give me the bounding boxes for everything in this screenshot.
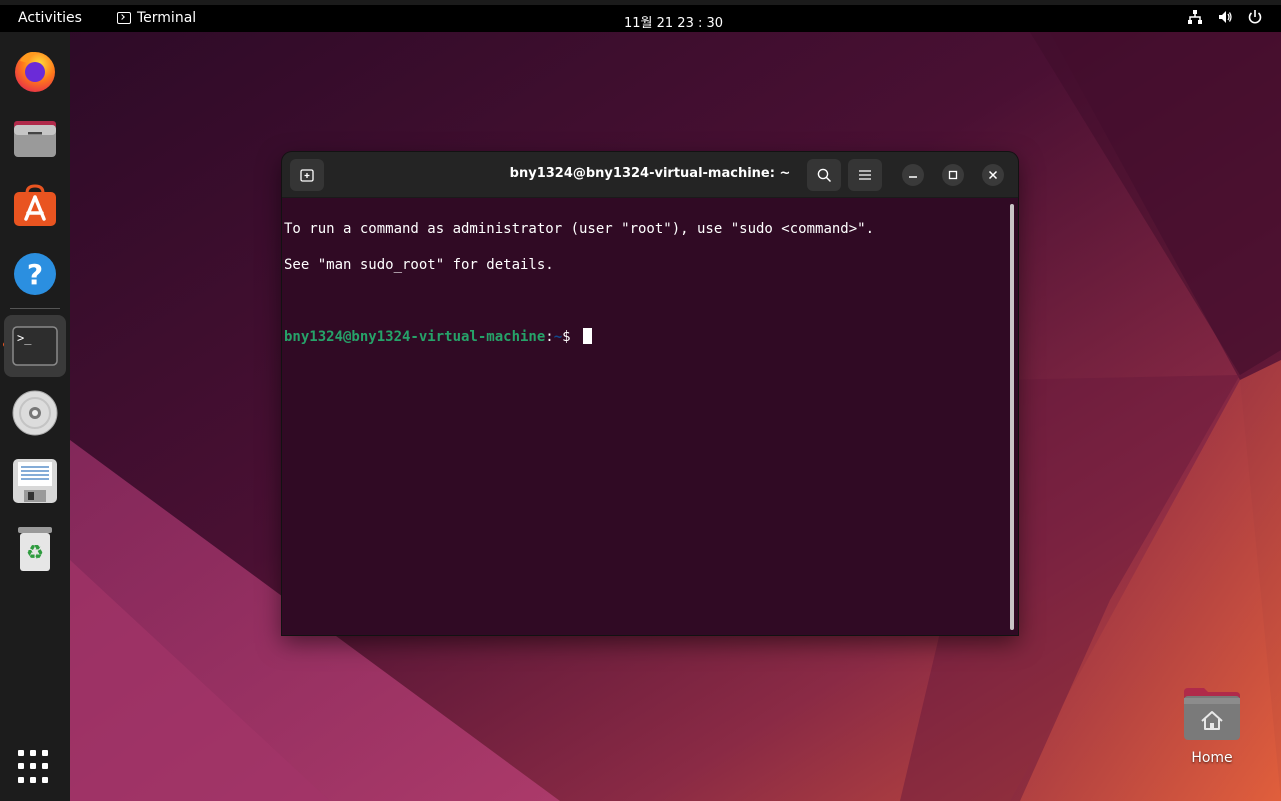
terminal-icon: >_ [12, 326, 58, 366]
close-icon [988, 170, 998, 180]
prompt-line: bny1324@bny1324-virtual-machine:~$ [284, 328, 1004, 346]
firefox-icon [15, 52, 55, 92]
dock-trash[interactable]: ♻ [8, 522, 62, 576]
dock-floppy[interactable] [8, 454, 62, 508]
text-cursor [583, 328, 593, 344]
terminal-output[interactable]: To run a command as administrator (user … [284, 202, 1004, 632]
clock[interactable]: 11월 21 23 : 30 [624, 12, 723, 31]
disc-icon [12, 390, 58, 436]
minimize-button[interactable] [902, 164, 924, 186]
desktop-home-icon[interactable]: Home [1182, 686, 1242, 770]
new-tab-button[interactable] [290, 159, 324, 191]
show-applications-button[interactable] [18, 750, 52, 784]
recycle-glyph: ♻ [26, 540, 44, 564]
trash-icon: ♻ [18, 527, 52, 571]
system-status-area[interactable] [1187, 9, 1263, 25]
volume-icon[interactable] [1217, 9, 1233, 25]
hamburger-icon [859, 170, 871, 180]
dock: ? >_ ♻ [0, 32, 70, 801]
terminal-headerbar[interactable]: bny1324@bny1324-virtual-machine: ~ [282, 152, 1018, 198]
dock-firefox[interactable] [8, 43, 62, 97]
terminal-glyph: >_ [17, 331, 32, 345]
maximize-button[interactable] [942, 164, 964, 186]
close-button[interactable] [982, 164, 1004, 186]
minimize-icon [909, 176, 917, 178]
software-icon [14, 184, 56, 226]
search-icon [817, 168, 831, 182]
dock-ubuntu-software[interactable] [8, 179, 62, 233]
terminal-window[interactable]: bny1324@bny1324-virtual-machine: ~ To ru… [282, 152, 1018, 635]
prompt-user: bny1324@bny1324-virtual-machine [284, 329, 546, 345]
prompt-symbol: $ [562, 329, 580, 345]
dock-terminal[interactable]: >_ [4, 315, 66, 377]
network-icon[interactable] [1187, 9, 1203, 25]
prompt-separator: : [545, 329, 554, 345]
app-menu-label: Terminal [137, 10, 197, 26]
prompt-path: ~ [553, 329, 563, 345]
output-line: To run a command as administrator (user … [284, 221, 875, 237]
help-glyph: ? [27, 258, 43, 291]
terminal-small-icon [117, 12, 131, 24]
maximize-icon [948, 170, 958, 180]
desktop-home-label: Home [1191, 750, 1233, 766]
help-icon: ? [14, 253, 56, 295]
activities-button[interactable]: Activities [18, 10, 82, 26]
power-icon[interactable] [1247, 9, 1263, 25]
dock-disc[interactable] [8, 386, 62, 440]
app-menu[interactable]: Terminal [117, 10, 196, 26]
output-line: See "man sudo_root" for details. [284, 257, 554, 273]
dock-separator [10, 308, 60, 309]
dock-files[interactable] [8, 111, 62, 165]
top-bar: Activities Terminal 11월 21 23 : 30 [0, 0, 1281, 32]
scrollbar[interactable] [1010, 204, 1014, 630]
search-button[interactable] [807, 159, 841, 191]
floppy-icon [13, 459, 57, 503]
menu-button[interactable] [848, 159, 882, 191]
dock-help[interactable]: ? [8, 247, 62, 301]
new-tab-icon [300, 169, 314, 182]
files-icon [14, 121, 56, 157]
home-folder-icon [1184, 688, 1240, 740]
